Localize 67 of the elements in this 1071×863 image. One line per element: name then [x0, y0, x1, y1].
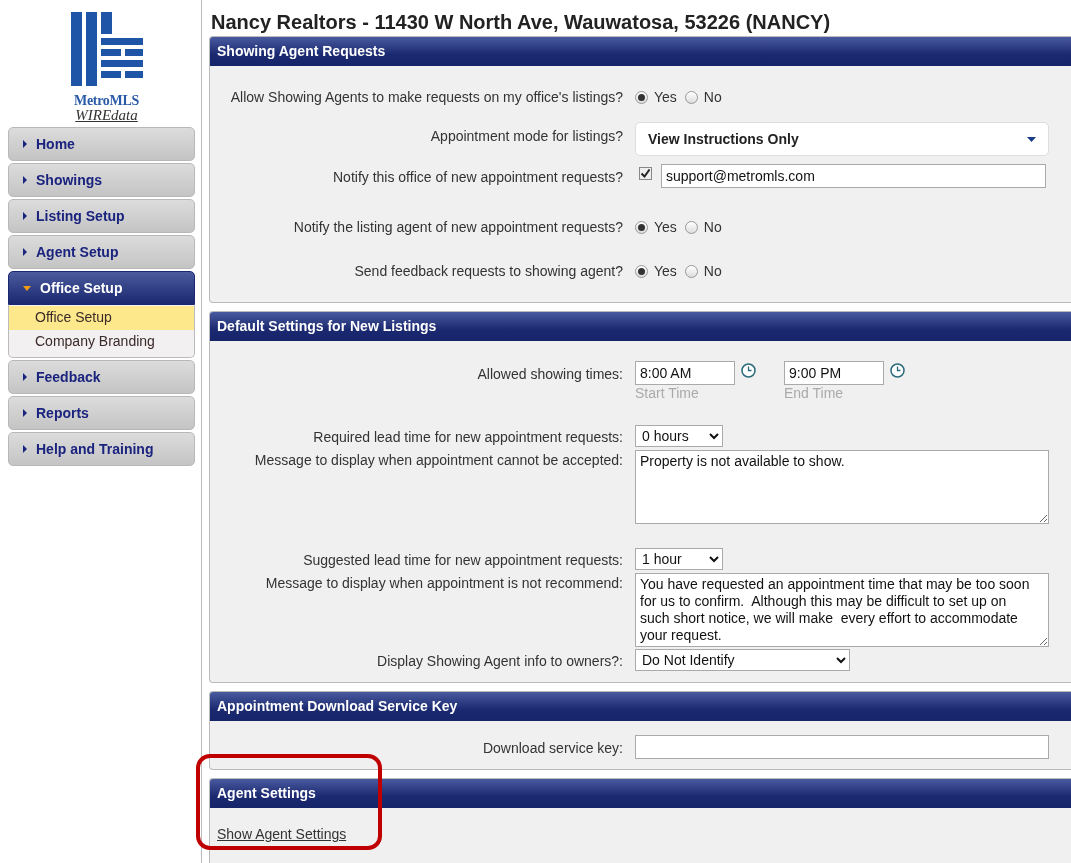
email-field[interactable]: support@metromls.com	[661, 164, 1046, 188]
radio-label: Yes	[654, 262, 677, 281]
radio-label: No	[703, 88, 722, 107]
select-field[interactable]: 1 hour	[635, 548, 723, 570]
field-label: Appointment mode for listings?	[429, 127, 624, 146]
field-label: Display Showing Agent info to owners?:	[376, 652, 624, 671]
caret-icon	[23, 176, 27, 184]
time-caption: Start Time	[635, 385, 700, 401]
field-label: Suggested lead time for new appointment requests:	[302, 551, 624, 570]
radio-label: No	[703, 262, 722, 281]
page-title: Nancy Realtors - 11430 W North Ave, Wauwatosa, 53226 (NANCY)	[211, 10, 832, 34]
clock-icon[interactable]	[741, 363, 756, 378]
logo-text: MetroMLS	[74, 94, 139, 108]
sidebar-item[interactable]: Agent Setup	[8, 235, 195, 269]
logo-subtitle: WIREdata	[75, 108, 138, 123]
radio-label: Yes	[654, 88, 677, 107]
logo-icon	[70, 12, 143, 86]
submenu-item[interactable]: Office Setup	[9, 306, 194, 330]
time-field[interactable]: 9:00 PM	[784, 361, 884, 385]
notify-checkbox[interactable]	[639, 167, 652, 180]
section-header: Appointment Download Service Key	[210, 692, 1071, 721]
sidebar-item[interactable]: Feedback	[8, 360, 195, 394]
radio-label: No	[703, 218, 722, 237]
caret-icon	[1027, 136, 1036, 142]
radio-button[interactable]	[684, 221, 698, 234]
field-label: Send feedback requests to showing agent?	[353, 262, 624, 281]
caret-icon	[23, 409, 27, 417]
field-label: Notify this office of new appointment requests?	[332, 168, 624, 187]
field-label: Download service key:	[481, 739, 624, 758]
caret-icon	[23, 285, 31, 291]
caret-icon	[23, 445, 27, 453]
field-label: Message to display when appointment is not recommend:	[264, 574, 624, 593]
section-header: Showing Agent Requests	[210, 37, 1071, 66]
radio-button[interactable]	[635, 91, 648, 104]
select-field[interactable]: Do Not Identify	[635, 649, 850, 671]
time-field[interactable]: 8:00 AM	[635, 361, 735, 385]
field-label: Message to display when appointment cannot be accepted:	[253, 451, 624, 470]
radio-button[interactable]	[635, 221, 648, 234]
sidebar-item[interactable]: Showings	[8, 163, 195, 197]
sidebar-item[interactable]: Office Setup	[8, 271, 195, 305]
time-caption: End Time	[784, 385, 845, 401]
caret-icon	[23, 248, 27, 256]
caret-icon	[23, 373, 27, 381]
field-label: Allow Showing Agents to make requests on my office's listings?	[229, 88, 624, 107]
field-label: Allowed showing times:	[476, 365, 624, 384]
sidebar-item[interactable]: Home	[8, 127, 195, 161]
sidebar-item[interactable]: Reports	[8, 396, 195, 430]
message-textarea[interactable]: Property is not available to show.	[635, 450, 1049, 524]
clock-icon[interactable]	[890, 363, 905, 378]
submenu-item[interactable]: Company Branding	[9, 330, 194, 354]
field-label: Required lead time for new appointment requests:	[312, 428, 624, 447]
radio-button[interactable]	[635, 265, 648, 278]
show-settings-link[interactable]: Show Agent Settings	[217, 826, 347, 842]
caret-icon	[23, 140, 27, 148]
radio-button[interactable]	[684, 91, 698, 104]
radio-button[interactable]	[684, 265, 698, 278]
section-header: Agent Settings	[210, 779, 1071, 808]
message-textarea[interactable]: You have requested an appointment time that may be too soon for us to confirm. Although this may be difficult to set up on such short notice, we will make every effort to accommodate your request.	[635, 573, 1049, 647]
sidebar-item[interactable]: Listing Setup	[8, 199, 195, 233]
service-key-field[interactable]	[635, 735, 1049, 759]
select-field[interactable]: 0 hours	[635, 425, 723, 447]
field-label: Notify the listing agent of new appointment requests?	[292, 218, 624, 237]
caret-icon	[23, 212, 27, 220]
sidebar-item[interactable]: Help and Training	[8, 432, 195, 466]
section-header: Default Settings for New Listings	[210, 312, 1071, 341]
radio-label: Yes	[654, 218, 677, 237]
mode-dropdown[interactable]: View Instructions Only	[635, 122, 1049, 156]
